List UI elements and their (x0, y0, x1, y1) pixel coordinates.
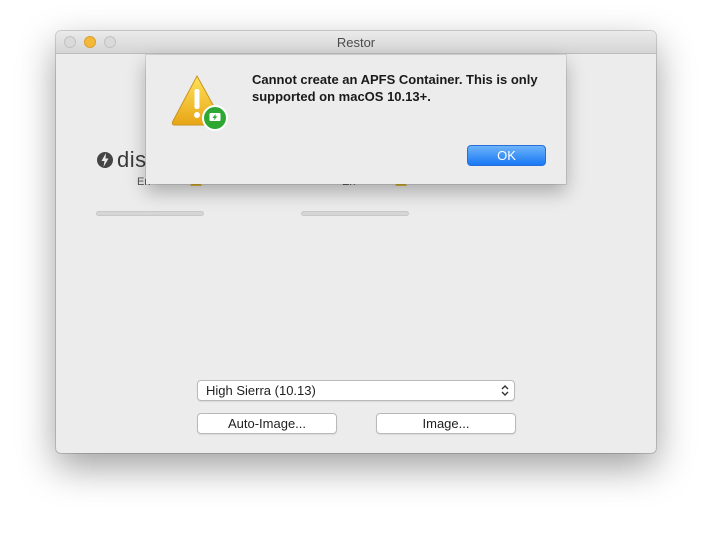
alert-message: Cannot create an APFS Container. This is… (252, 72, 538, 104)
os-version-select[interactable]: High Sierra (10.13) (197, 380, 515, 401)
alert-sheet: Cannot create an APFS Container. This is… (146, 55, 566, 184)
window-title: Restor (336, 35, 376, 50)
title-bar: Restor (56, 31, 656, 54)
warning-icon (171, 74, 228, 131)
os-version-value: High Sierra (10.13) (206, 383, 316, 398)
disk-brand: dis (96, 146, 147, 174)
up-down-chevron-icon (501, 385, 509, 396)
image-button[interactable]: Image... (376, 413, 516, 434)
auto-image-button[interactable]: Auto-Image... (197, 413, 337, 434)
right-progress-bar (301, 211, 409, 216)
ok-button[interactable]: OK (467, 145, 546, 166)
brand-text: dis (117, 147, 147, 172)
left-progress-bar (96, 211, 204, 216)
bolt-icon (97, 152, 113, 168)
